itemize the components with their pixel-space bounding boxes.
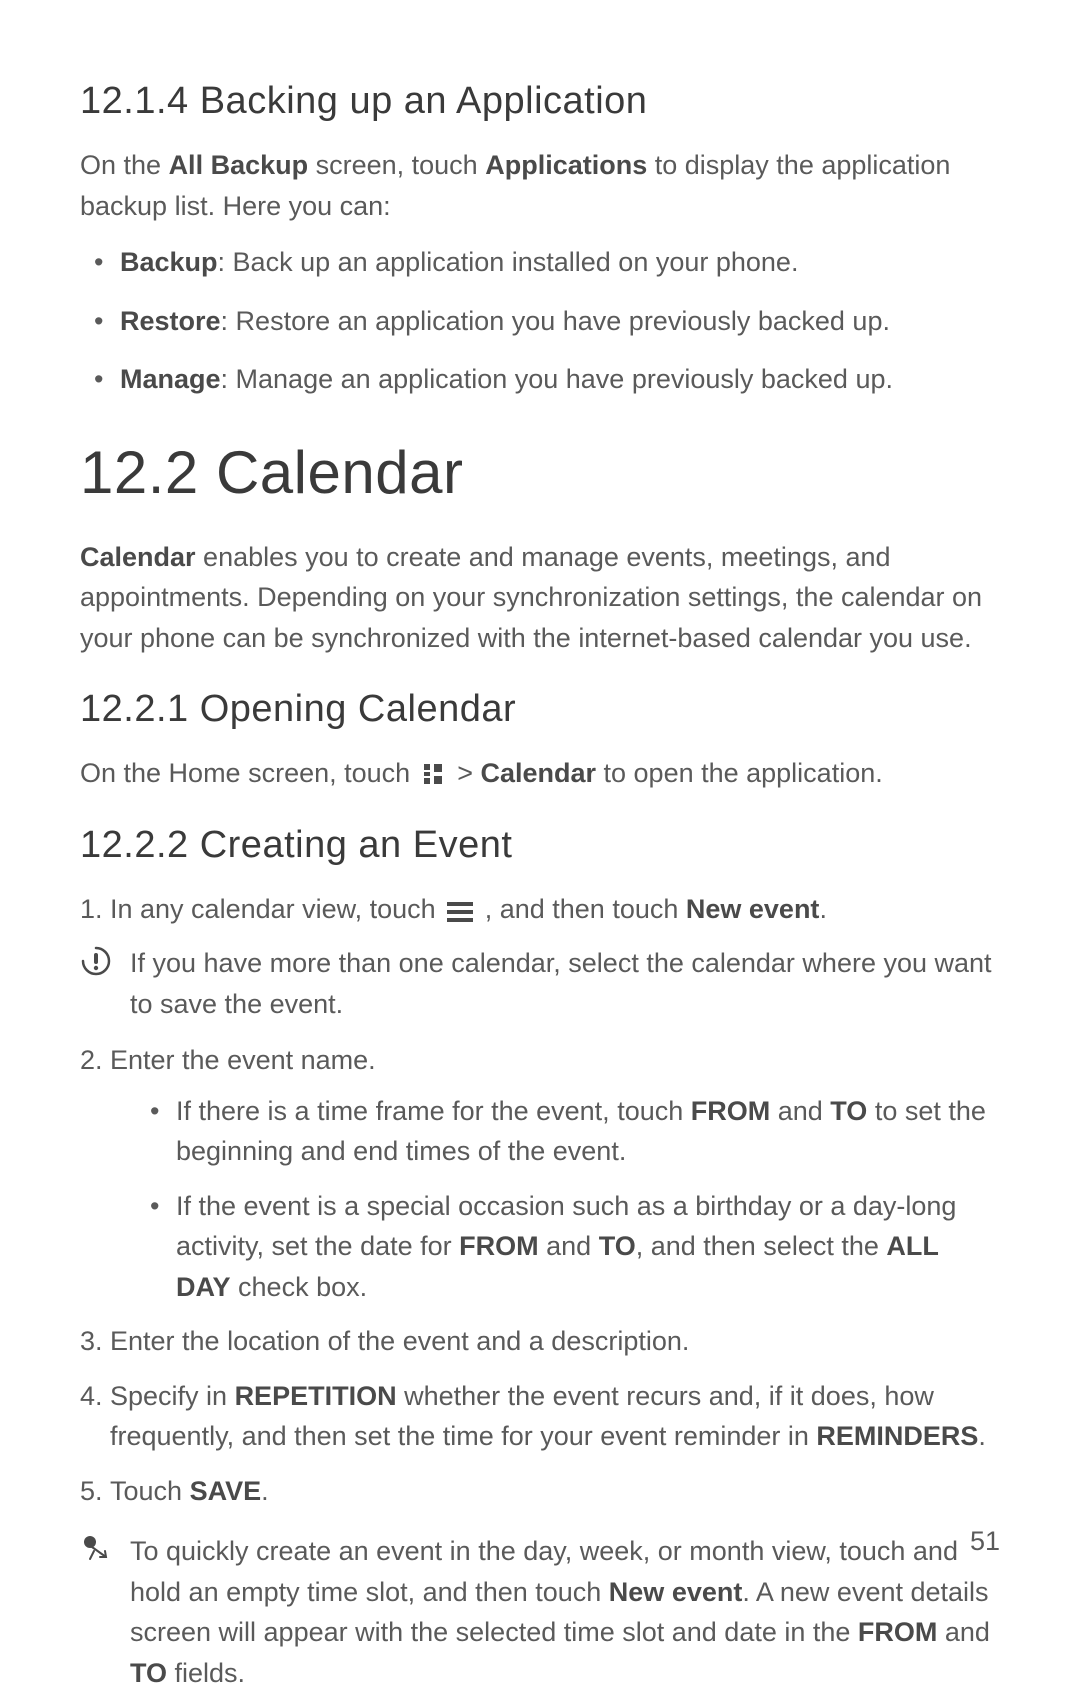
bold-to: TO xyxy=(599,1231,636,1261)
text: Specify in xyxy=(110,1381,235,1411)
bold-repetition: REPETITION xyxy=(235,1381,397,1411)
text: Enter the location of the event and a de… xyxy=(110,1326,689,1356)
bold-label: Backup xyxy=(120,247,218,277)
text: and xyxy=(937,1617,990,1647)
list-item: Backup: Back up an application installed… xyxy=(90,242,1000,283)
step-4: 4. Specify in REPETITION whether the eve… xyxy=(80,1376,1000,1457)
text: . xyxy=(978,1421,986,1451)
text: fields. xyxy=(167,1658,245,1688)
text: . xyxy=(261,1476,269,1506)
heading-12-2-1: 12.2.1 Opening Calendar xyxy=(80,688,1000,731)
text: to open the application. xyxy=(596,758,883,788)
text: : Back up an application installed on yo… xyxy=(218,247,799,277)
text: , and then touch xyxy=(485,894,686,924)
text: screen, touch xyxy=(308,150,485,180)
text: On the xyxy=(80,150,169,180)
bold-label: Manage xyxy=(120,364,221,394)
text: and xyxy=(770,1096,830,1126)
bold-to: TO xyxy=(130,1658,167,1688)
text: : Restore an application you have previo… xyxy=(221,306,890,336)
bold-new-event: New event xyxy=(686,894,820,924)
heading-12-1-4: 12.1.4 Backing up an Application xyxy=(80,80,1000,123)
note-text: If you have more than one calendar, sele… xyxy=(130,943,1000,1024)
step-number: 2. xyxy=(80,1040,103,1081)
step-number: 1. xyxy=(80,889,103,930)
step-5: 5. Touch SAVE. xyxy=(80,1471,1000,1512)
note-select-calendar: If you have more than one calendar, sele… xyxy=(80,943,1000,1024)
text: enables you to create and manage events,… xyxy=(80,542,982,653)
step-number: 5. xyxy=(80,1471,103,1512)
tip-text: To quickly create an event in the day, w… xyxy=(130,1531,1000,1693)
bold-from: FROM xyxy=(691,1096,770,1126)
bold-applications: Applications xyxy=(485,150,647,180)
text: If there is a time frame for the event, … xyxy=(176,1096,691,1126)
step-3: 3. Enter the location of the event and a… xyxy=(80,1321,1000,1362)
text: check box. xyxy=(231,1272,368,1302)
bold-label: Restore xyxy=(120,306,221,336)
step-number: 4. xyxy=(80,1376,103,1417)
text: On the Home screen, touch xyxy=(80,758,418,788)
bold-new-event: New event xyxy=(609,1577,743,1607)
text: > xyxy=(457,758,480,788)
intro-12-1-4: On the All Backup screen, touch Applicat… xyxy=(80,145,1000,226)
tip-quick-create: To quickly create an event in the day, w… xyxy=(80,1531,1000,1693)
step-1: 1. In any calendar view, touch , and the… xyxy=(80,889,1000,930)
list-item: Restore: Restore an application you have… xyxy=(90,301,1000,342)
document-page: 12.1.4 Backing up an Application On the … xyxy=(0,0,1080,1617)
step-number: 3. xyxy=(80,1321,103,1362)
menu-three-lines-icon xyxy=(447,902,473,922)
line-12-2-1: On the Home screen, touch > Calendar to … xyxy=(80,753,1000,794)
alert-circle-icon xyxy=(80,945,112,977)
text: and xyxy=(539,1231,599,1261)
text: Enter the event name. xyxy=(110,1045,376,1075)
text: , and then select the xyxy=(636,1231,887,1261)
bold-from: FROM xyxy=(858,1617,937,1647)
text: In any calendar view, touch xyxy=(110,894,443,924)
heading-12-2: 12.2 Calendar xyxy=(80,438,1000,507)
bold-save: SAVE xyxy=(190,1476,262,1506)
page-number: 51 xyxy=(970,1526,1000,1557)
tip-pointer-icon xyxy=(80,1533,112,1565)
bold-reminders: REMINDERS xyxy=(816,1421,978,1451)
steps-12-2-2-cont: 2. Enter the event name. If there is a t… xyxy=(80,1040,1000,1511)
list-item: If the event is a special occasion such … xyxy=(150,1186,1000,1308)
bold-from: FROM xyxy=(459,1231,538,1261)
text: Touch xyxy=(110,1476,190,1506)
bold-calendar: Calendar xyxy=(80,542,196,572)
steps-12-2-2: 1. In any calendar view, touch , and the… xyxy=(80,889,1000,930)
heading-12-2-2: 12.2.2 Creating an Event xyxy=(80,824,1000,867)
list-item: If there is a time frame for the event, … xyxy=(150,1091,1000,1172)
bold-to: TO xyxy=(830,1096,867,1126)
apps-grid-icon xyxy=(422,762,446,786)
step-2: 2. Enter the event name. If there is a t… xyxy=(80,1040,1000,1307)
step-2-sublist: If there is a time frame for the event, … xyxy=(110,1091,1000,1308)
bold-calendar-app: Calendar xyxy=(480,758,596,788)
list-item: Manage: Manage an application you have p… xyxy=(90,359,1000,400)
text: : Manage an application you have previou… xyxy=(221,364,893,394)
intro-12-2: Calendar enables you to create and manag… xyxy=(80,537,1000,659)
bullet-list-12-1-4: Backup: Back up an application installed… xyxy=(80,242,1000,400)
bold-all-backup: All Backup xyxy=(169,150,309,180)
text: . xyxy=(819,894,827,924)
